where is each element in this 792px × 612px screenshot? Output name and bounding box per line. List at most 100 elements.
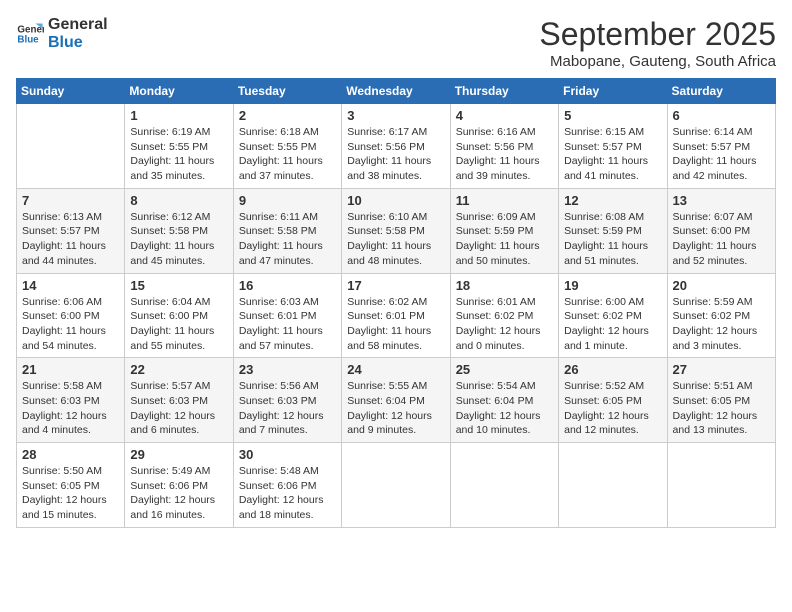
week-row-5: 28Sunrise: 5:50 AMSunset: 6:05 PMDayligh… [17, 443, 776, 528]
day-info: Sunrise: 6:13 AMSunset: 5:57 PMDaylight:… [22, 210, 119, 269]
calendar-cell: 22 Sunrise: 5:57 AMSunset: 6:03 PMDayligh… [125, 358, 233, 443]
day-number: 24 [347, 362, 444, 377]
day-info: Sunrise: 6:02 AMSunset: 6:01 PMDaylight:… [347, 295, 444, 354]
calendar-cell [450, 443, 558, 528]
day-info: Sunrise: 6:01 AMSunset: 6:02 PMDaylight:… [456, 295, 553, 354]
day-number: 22 [130, 362, 227, 377]
day-info: Sunrise: 6:04 AMSunset: 6:00 PMDaylight:… [130, 295, 227, 354]
day-info: Sunrise: 6:15 AMSunset: 5:57 PMDaylight:… [564, 125, 661, 184]
day-info: Sunrise: 6:07 AMSunset: 6:00 PMDaylight:… [673, 210, 770, 269]
calendar-cell: 12Sunrise: 6:08 AMSunset: 5:59 PMDayligh… [559, 188, 667, 273]
day-info: Sunrise: 6:10 AMSunset: 5:58 PMDaylight:… [347, 210, 444, 269]
week-row-1: 1 Sunrise: 6:19 AMSunset: 5:55 PMDaylight… [17, 104, 776, 189]
day-number: 16 [239, 278, 336, 293]
day-info: Sunrise: 6:12 AMSunset: 5:58 PMDaylight:… [130, 210, 227, 269]
day-info: Sunrise: 5:49 AMSunset: 6:06 PMDaylight:… [130, 464, 227, 523]
calendar-cell: 17 Sunrise: 6:02 AMSunset: 6:01 PMDayligh… [342, 273, 450, 358]
calendar-cell: 24Sunrise: 5:55 AMSunset: 6:04 PMDayligh… [342, 358, 450, 443]
day-info: Sunrise: 5:52 AMSunset: 6:05 PMDaylight:… [564, 379, 661, 438]
calendar-cell: 9 Sunrise: 6:11 AMSunset: 5:58 PMDaylight… [233, 188, 341, 273]
calendar-cell [559, 443, 667, 528]
calendar-cell: 3 Sunrise: 6:17 AMSunset: 5:56 PMDaylight… [342, 104, 450, 189]
day-number: 29 [130, 447, 227, 462]
day-info: Sunrise: 6:16 AMSunset: 5:56 PMDaylight:… [456, 125, 553, 184]
day-number: 30 [239, 447, 336, 462]
day-number: 1 [130, 108, 227, 123]
calendar-cell: 28Sunrise: 5:50 AMSunset: 6:05 PMDayligh… [17, 443, 125, 528]
day-number: 13 [673, 193, 770, 208]
week-row-2: 7 Sunrise: 6:13 AMSunset: 5:57 PMDaylight… [17, 188, 776, 273]
day-number: 26 [564, 362, 661, 377]
day-info: Sunrise: 6:19 AMSunset: 5:55 PMDaylight:… [130, 125, 227, 184]
weekday-header-row: SundayMondayTuesdayWednesdayThursdayFrid… [17, 79, 776, 104]
calendar-cell: 13 Sunrise: 6:07 AMSunset: 6:00 PMDayligh… [667, 188, 775, 273]
calendar-cell: 19Sunrise: 6:00 AMSunset: 6:02 PMDayligh… [559, 273, 667, 358]
day-number: 6 [673, 108, 770, 123]
day-info: Sunrise: 5:48 AMSunset: 6:06 PMDaylight:… [239, 464, 336, 523]
calendar-cell: 27 Sunrise: 5:51 AMSunset: 6:05 PMDayligh… [667, 358, 775, 443]
calendar-cell: 16 Sunrise: 6:03 AMSunset: 6:01 PMDayligh… [233, 273, 341, 358]
weekday-header-sunday: Sunday [17, 79, 125, 104]
day-number: 14 [22, 278, 119, 293]
day-info: Sunrise: 6:08 AMSunset: 5:59 PMDaylight:… [564, 210, 661, 269]
calendar-cell: 29 Sunrise: 5:49 AMSunset: 6:06 PMDayligh… [125, 443, 233, 528]
calendar-cell [667, 443, 775, 528]
calendar-cell [17, 104, 125, 189]
calendar-cell: 15Sunrise: 6:04 AMSunset: 6:00 PMDayligh… [125, 273, 233, 358]
calendar-table: SundayMondayTuesdayWednesdayThursdayFrid… [16, 78, 776, 528]
weekday-header-friday: Friday [559, 79, 667, 104]
weekday-header-monday: Monday [125, 79, 233, 104]
calendar-cell: 8 Sunrise: 6:12 AMSunset: 5:58 PMDaylight… [125, 188, 233, 273]
day-info: Sunrise: 5:57 AMSunset: 6:03 PMDaylight:… [130, 379, 227, 438]
day-number: 17 [347, 278, 444, 293]
day-number: 27 [673, 362, 770, 377]
day-number: 19 [564, 278, 661, 293]
page-header: General Blue General Blue September 2025… [16, 16, 776, 70]
calendar-cell [342, 443, 450, 528]
calendar-cell: 2Sunrise: 6:18 AMSunset: 5:55 PMDaylight… [233, 104, 341, 189]
location-title: Mabopane, Gauteng, South Africa [539, 53, 776, 70]
calendar-cell: 23 Sunrise: 5:56 AMSunset: 6:03 PMDayligh… [233, 358, 341, 443]
logo-line2: Blue [48, 34, 108, 52]
day-number: 25 [456, 362, 553, 377]
calendar-cell: 20 Sunrise: 5:59 AMSunset: 6:02 PMDayligh… [667, 273, 775, 358]
calendar-cell: 25 Sunrise: 5:54 AMSunset: 6:04 PMDayligh… [450, 358, 558, 443]
calendar-cell: 7 Sunrise: 6:13 AMSunset: 5:57 PMDaylight… [17, 188, 125, 273]
day-info: Sunrise: 5:51 AMSunset: 6:05 PMDaylight:… [673, 379, 770, 438]
day-info: Sunrise: 5:59 AMSunset: 6:02 PMDaylight:… [673, 295, 770, 354]
week-row-3: 14 Sunrise: 6:06 AMSunset: 6:00 PMDayligh… [17, 273, 776, 358]
title-area: September 2025 Mabopane, Gauteng, South … [539, 16, 776, 70]
day-number: 9 [239, 193, 336, 208]
day-info: Sunrise: 6:06 AMSunset: 6:00 PMDaylight:… [22, 295, 119, 354]
logo-icon: General Blue [16, 20, 44, 48]
day-info: Sunrise: 6:09 AMSunset: 5:59 PMDaylight:… [456, 210, 553, 269]
calendar-cell: 5Sunrise: 6:15 AMSunset: 5:57 PMDaylight… [559, 104, 667, 189]
day-number: 11 [456, 193, 553, 208]
day-number: 3 [347, 108, 444, 123]
calendar-cell: 26 Sunrise: 5:52 AMSunset: 6:05 PMDayligh… [559, 358, 667, 443]
day-number: 18 [456, 278, 553, 293]
day-info: Sunrise: 6:17 AMSunset: 5:56 PMDaylight:… [347, 125, 444, 184]
logo-line1: General [48, 16, 108, 34]
day-info: Sunrise: 5:50 AMSunset: 6:05 PMDaylight:… [22, 464, 119, 523]
day-number: 21 [22, 362, 119, 377]
calendar-cell: 30 Sunrise: 5:48 AMSunset: 6:06 PMDayligh… [233, 443, 341, 528]
day-info: Sunrise: 5:54 AMSunset: 6:04 PMDaylight:… [456, 379, 553, 438]
day-number: 4 [456, 108, 553, 123]
day-info: Sunrise: 6:11 AMSunset: 5:58 PMDaylight:… [239, 210, 336, 269]
day-info: Sunrise: 6:14 AMSunset: 5:57 PMDaylight:… [673, 125, 770, 184]
logo: General Blue General Blue [16, 16, 108, 51]
weekday-header-wednesday: Wednesday [342, 79, 450, 104]
day-number: 8 [130, 193, 227, 208]
day-number: 7 [22, 193, 119, 208]
weekday-header-saturday: Saturday [667, 79, 775, 104]
weekday-header-tuesday: Tuesday [233, 79, 341, 104]
calendar-cell: 4 Sunrise: 6:16 AMSunset: 5:56 PMDaylight… [450, 104, 558, 189]
day-number: 20 [673, 278, 770, 293]
day-number: 23 [239, 362, 336, 377]
day-info: Sunrise: 6:03 AMSunset: 6:01 PMDaylight:… [239, 295, 336, 354]
calendar-cell: 21Sunrise: 5:58 AMSunset: 6:03 PMDayligh… [17, 358, 125, 443]
svg-text:Blue: Blue [17, 34, 39, 45]
day-info: Sunrise: 5:56 AMSunset: 6:03 PMDaylight:… [239, 379, 336, 438]
week-row-4: 21Sunrise: 5:58 AMSunset: 6:03 PMDayligh… [17, 358, 776, 443]
